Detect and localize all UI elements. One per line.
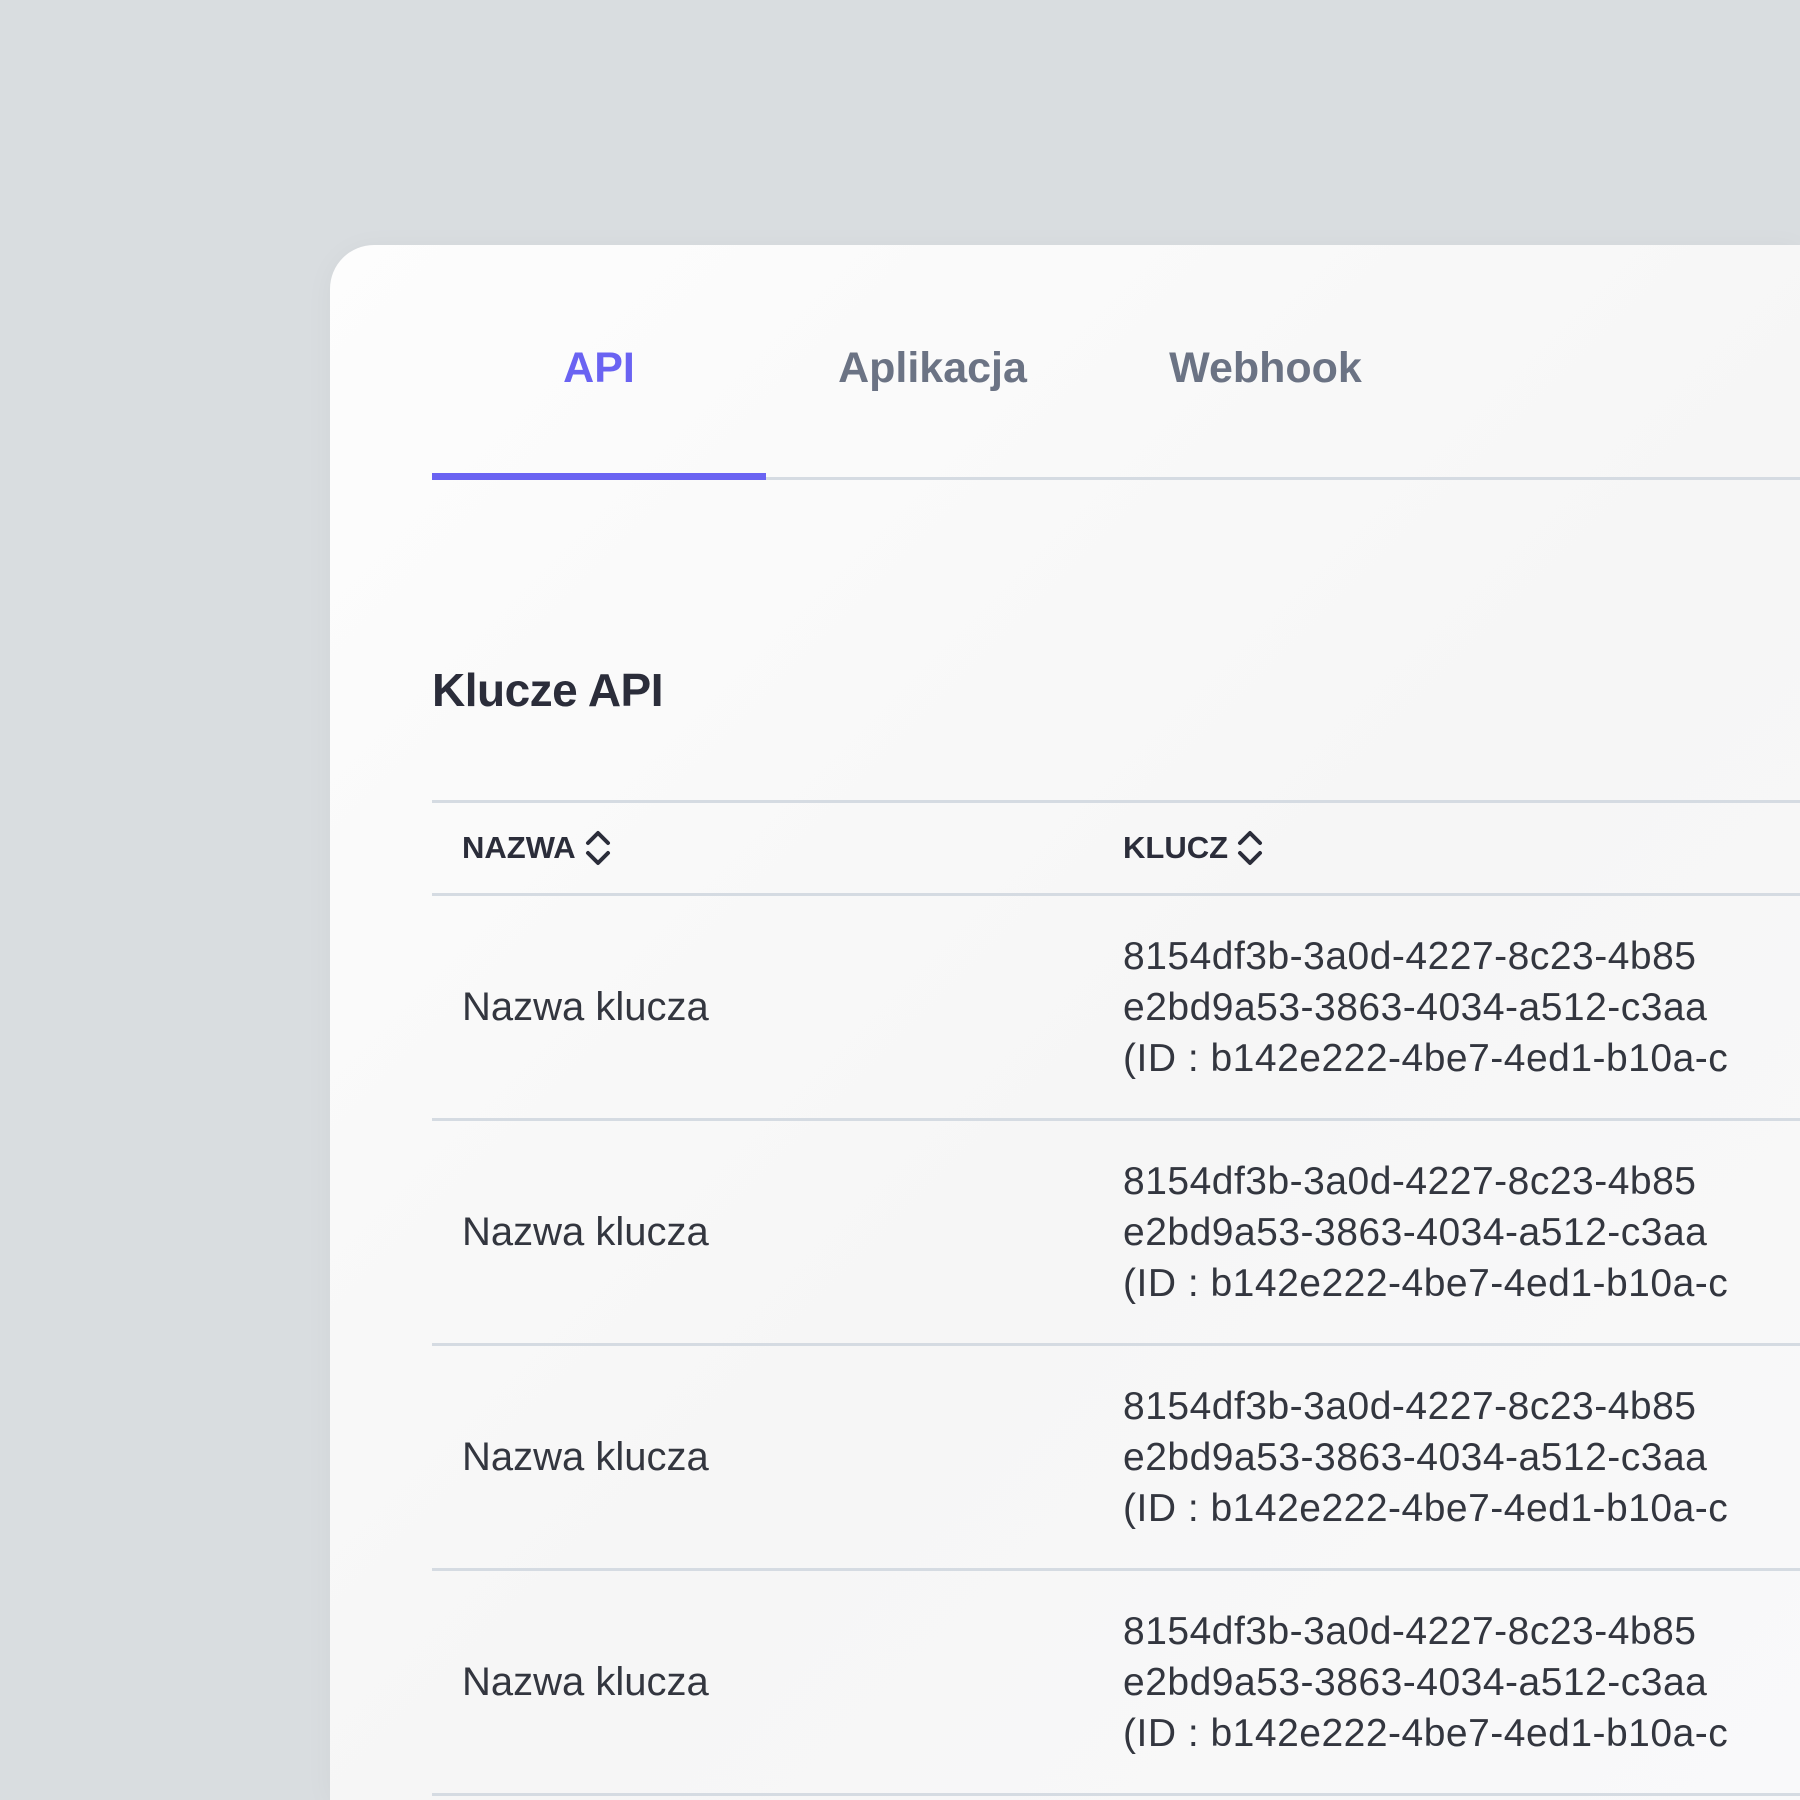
key-line: 8154df3b-3a0d-4227-8c23-4b85 xyxy=(1123,1610,1697,1653)
column-header-key-label: KLUCZ xyxy=(1123,830,1229,865)
key-id-line: (ID : b142e222-4be7-4ed1-b10a-c xyxy=(1123,1712,1729,1755)
section-title: Klucze API xyxy=(432,664,664,716)
tab-aplikacja-label: Aplikacja xyxy=(838,343,1027,392)
active-tab-indicator xyxy=(432,473,766,480)
api-keys-table: NAZWA KLUCZ Nazwa klucza 8154df3b-3a0d-4… xyxy=(432,800,1800,1796)
key-name-cell: Nazwa klucza xyxy=(462,984,709,1029)
key-id-line: (ID : b142e222-4be7-4ed1-b10a-c xyxy=(1123,1487,1729,1530)
settings-panel: API Aplikacja Webhook Klucze API NAZWA K… xyxy=(330,245,1800,1800)
key-id-line: (ID : b142e222-4be7-4ed1-b10a-c xyxy=(1123,1037,1729,1080)
key-line: e2bd9a53-3863-4034-a512-c3aa xyxy=(1123,1436,1708,1479)
tab-api-label: API xyxy=(563,343,635,392)
key-line: 8154df3b-3a0d-4227-8c23-4b85 xyxy=(1123,935,1697,978)
table-row[interactable]: Nazwa klucza 8154df3b-3a0d-4227-8c23-4b8… xyxy=(432,896,1800,1121)
key-line: e2bd9a53-3863-4034-a512-c3aa xyxy=(1123,986,1708,1029)
table-row[interactable]: Nazwa klucza 8154df3b-3a0d-4227-8c23-4b8… xyxy=(432,1121,1800,1346)
column-header-name[interactable]: NAZWA xyxy=(462,803,612,893)
tab-api[interactable]: API xyxy=(432,245,766,480)
tab-aplikacja[interactable]: Aplikacja xyxy=(766,245,1099,477)
key-value-cell: 8154df3b-3a0d-4227-8c23-4b85 e2bd9a53-38… xyxy=(1123,1606,1728,1759)
key-value-cell: 8154df3b-3a0d-4227-8c23-4b85 e2bd9a53-38… xyxy=(1123,1381,1728,1534)
key-line: 8154df3b-3a0d-4227-8c23-4b85 xyxy=(1123,1160,1697,1203)
tab-webhook[interactable]: Webhook xyxy=(1099,245,1432,477)
key-name-cell: Nazwa klucza xyxy=(462,1434,709,1479)
key-name-cell: Nazwa klucza xyxy=(462,1209,709,1254)
table-row[interactable]: Nazwa klucza 8154df3b-3a0d-4227-8c23-4b8… xyxy=(432,1571,1800,1796)
column-header-key[interactable]: KLUCZ xyxy=(1123,803,1264,893)
column-header-name-label: NAZWA xyxy=(462,830,576,865)
sort-icon[interactable] xyxy=(584,829,612,867)
tab-bar: API Aplikacja Webhook xyxy=(432,245,1800,480)
key-id-line: (ID : b142e222-4be7-4ed1-b10a-c xyxy=(1123,1262,1729,1305)
table-row[interactable]: Nazwa klucza 8154df3b-3a0d-4227-8c23-4b8… xyxy=(432,1346,1800,1571)
key-line: e2bd9a53-3863-4034-a512-c3aa xyxy=(1123,1661,1708,1704)
key-value-cell: 8154df3b-3a0d-4227-8c23-4b85 e2bd9a53-38… xyxy=(1123,931,1728,1084)
sort-icon[interactable] xyxy=(1236,829,1264,867)
table-header: NAZWA KLUCZ xyxy=(432,800,1800,896)
key-name-cell: Nazwa klucza xyxy=(462,1659,709,1704)
key-line: 8154df3b-3a0d-4227-8c23-4b85 xyxy=(1123,1385,1697,1428)
key-line: e2bd9a53-3863-4034-a512-c3aa xyxy=(1123,1211,1708,1254)
tab-webhook-label: Webhook xyxy=(1169,343,1362,392)
key-value-cell: 8154df3b-3a0d-4227-8c23-4b85 e2bd9a53-38… xyxy=(1123,1156,1728,1309)
